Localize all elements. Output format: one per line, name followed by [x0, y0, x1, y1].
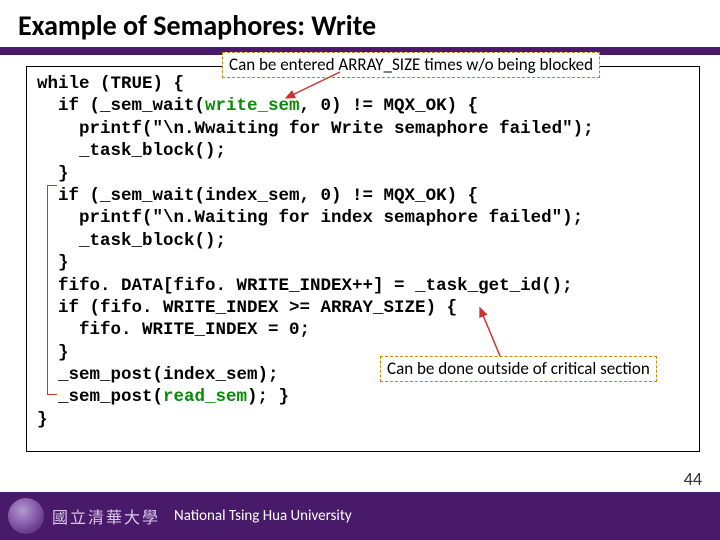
code-line: fifo. DATA[fifo. WRITE_INDEX++] = _task_… — [37, 276, 573, 296]
code-line: _task_block(); — [37, 141, 226, 161]
code-line: } — [37, 410, 48, 430]
page-number: 44 — [684, 468, 702, 490]
code-line: printf("\n.Waiting for index semaphore f… — [37, 208, 583, 228]
university-logo — [8, 498, 44, 534]
code-line: _task_block(); — [37, 231, 226, 251]
critical-section-bracket — [47, 185, 57, 395]
code-line: while (TRUE) { — [37, 74, 184, 94]
code-line: fifo. WRITE_INDEX = 0; — [37, 320, 310, 340]
university-name: National Tsing Hua University — [174, 507, 352, 525]
annotation-mid: Can be done outside of critical section — [380, 356, 657, 382]
code-highlight: write_sem — [205, 96, 300, 116]
annotation-top: Can be entered ARRAY_SIZE times w/o bein… — [222, 52, 600, 78]
code-line: printf("\n.Wwaiting for Write semaphore … — [37, 119, 594, 139]
slide-title: Example of Semaphores: Write — [0, 0, 720, 47]
code-block: while (TRUE) { if (_sem_wait(write_sem, … — [26, 66, 700, 452]
footer-bar: 國立清華大學 National Tsing Hua University — [0, 492, 720, 540]
code-line: if (_sem_wait(index_sem, 0) != MQX_OK) { — [37, 186, 478, 206]
code-line: if (_sem_wait(write_sem, 0) != MQX_OK) { — [37, 96, 478, 116]
code-highlight: read_sem — [163, 387, 247, 407]
code-line: if (fifo. WRITE_INDEX >= ARRAY_SIZE) { — [37, 298, 457, 318]
code-line: _sem_post(read_sem); } — [37, 387, 289, 407]
code-line: } — [37, 164, 69, 184]
university-cjk: 國立清華大學 — [52, 504, 160, 528]
code-line: _sem_post(index_sem); — [37, 365, 279, 385]
